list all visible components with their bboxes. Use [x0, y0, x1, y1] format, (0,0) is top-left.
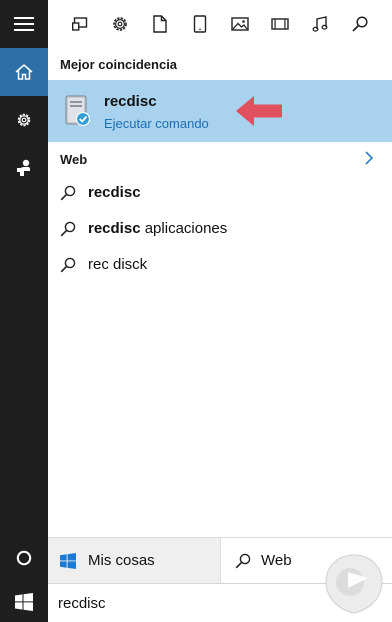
- red-arrow-icon: [236, 96, 282, 126]
- cortana-button[interactable]: [0, 534, 48, 582]
- search-icon: [60, 221, 76, 237]
- feedback-button[interactable]: [0, 144, 48, 192]
- web-result-item[interactable]: rec disck: [48, 248, 392, 282]
- web-result-item[interactable]: recdisc: [48, 176, 392, 210]
- web-scope-label: Web: [261, 552, 292, 569]
- hamburger-menu-button[interactable]: [0, 0, 48, 48]
- home-button[interactable]: [0, 48, 48, 96]
- web-result-label: recdisc: [88, 184, 141, 201]
- search-icon: [60, 257, 76, 273]
- my-stuff-button[interactable]: Mis cosas: [48, 538, 220, 583]
- music-filter-icon: [312, 16, 328, 32]
- web-result-item[interactable]: recdisc aplicaciones: [48, 212, 392, 246]
- my-stuff-label: Mis cosas: [88, 552, 155, 569]
- search-icon: [235, 553, 251, 569]
- web-result-label: recdisc aplicaciones: [88, 220, 228, 237]
- best-match-title: recdisc: [104, 93, 157, 110]
- documents-filter-icon: [153, 15, 167, 33]
- sidebar-rail: [0, 0, 48, 622]
- windows-logo-icon: [15, 593, 33, 611]
- videos-filter-button[interactable]: [268, 12, 292, 36]
- apps-filter-button[interactable]: [68, 12, 92, 36]
- apps-filter-icon: [72, 17, 88, 31]
- hamburger-menu-icon: [14, 17, 34, 31]
- web-result-label: rec disck: [88, 256, 148, 273]
- settings-filter-icon: [113, 17, 127, 31]
- home-icon: [15, 64, 33, 80]
- feedback-icon: [17, 159, 30, 176]
- settings-button[interactable]: [0, 96, 48, 144]
- filter-toolbar: [48, 0, 392, 48]
- web-search-filter-icon: [352, 16, 368, 32]
- tablet-filter-icon: [193, 15, 207, 33]
- best-match-result[interactable]: recdisc Ejecutar comando: [48, 80, 392, 142]
- documents-filter-button[interactable]: [148, 12, 172, 36]
- watermark-logo: [325, 554, 383, 614]
- settings-filter-button[interactable]: [108, 12, 132, 36]
- search-input[interactable]: [58, 590, 328, 616]
- best-match-subtitle: Ejecutar comando: [104, 116, 209, 131]
- gear-icon: [17, 113, 31, 127]
- web-search-filter-button[interactable]: [348, 12, 372, 36]
- videos-filter-icon: [271, 18, 289, 30]
- web-header: Web: [60, 152, 88, 167]
- tablet-filter-button[interactable]: [188, 12, 212, 36]
- cortana-circle-icon: [16, 550, 32, 566]
- photos-filter-icon: [231, 17, 249, 31]
- photos-filter-button[interactable]: [228, 12, 252, 36]
- chevron-right-icon[interactable]: [364, 151, 374, 165]
- search-icon: [60, 185, 76, 201]
- recdisc-program-icon: [65, 95, 91, 127]
- start-button[interactable]: [0, 578, 48, 622]
- best-match-header: Mejor coincidencia: [60, 57, 178, 72]
- windows-logo-icon: [60, 553, 76, 569]
- music-filter-button[interactable]: [308, 12, 332, 36]
